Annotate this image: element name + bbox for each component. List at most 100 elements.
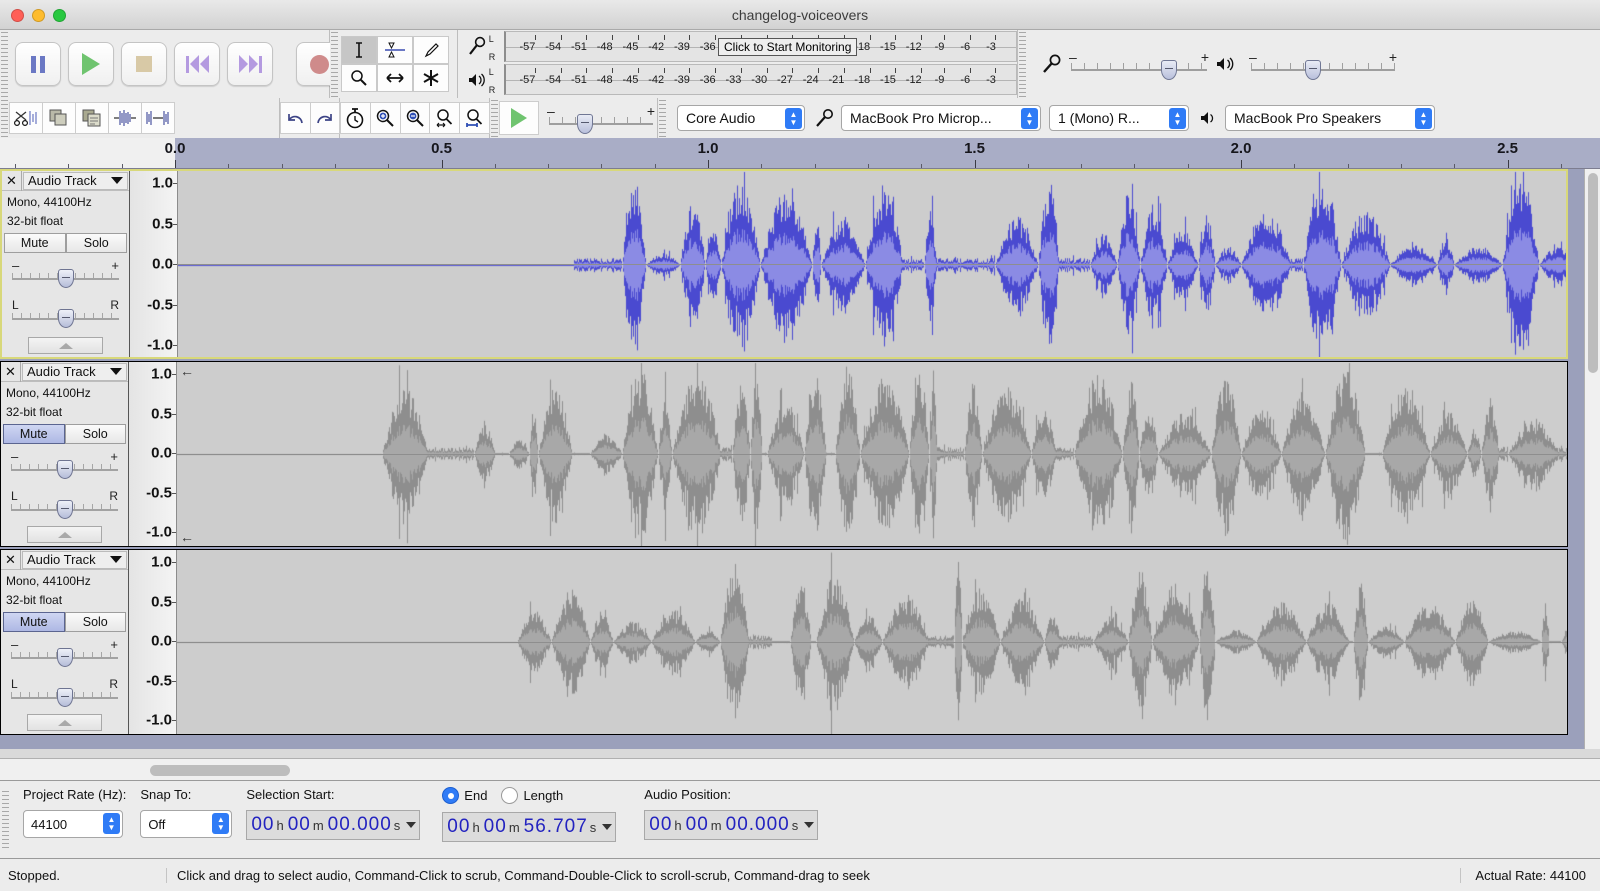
input-volume-thumb[interactable]: [1161, 60, 1177, 80]
gain-slider-thumb[interactable]: [57, 269, 74, 289]
vertical-scrollbar[interactable]: [1584, 169, 1600, 749]
pan-slider-thumb[interactable]: [57, 309, 74, 329]
recording-channels-select[interactable]: 1 (Mono) R... ▲ ▼: [1049, 105, 1189, 131]
close-window-button[interactable]: [11, 9, 24, 22]
stop-button[interactable]: [121, 42, 167, 86]
timer-record-button[interactable]: [340, 102, 371, 134]
waveform-display[interactable]: [178, 171, 1566, 357]
fit-selection-button[interactable]: [429, 102, 461, 134]
track-resize-handle[interactable]: [28, 337, 103, 354]
selection-start-field[interactable]: 00 h 00 m 00.000 s: [246, 810, 421, 840]
selection-start-minutes[interactable]: 00: [288, 814, 311, 836]
play-button[interactable]: [68, 42, 114, 86]
track-resize-handle[interactable]: [27, 714, 102, 731]
track-panel-area[interactable]: ✕ Audio Track Mono, 44100Hz 32-bit float Mut…: [0, 169, 1600, 749]
pan-slider[interactable]: LR: [11, 677, 118, 708]
selection-end-spinner-icon[interactable]: [602, 815, 613, 839]
mute-button[interactable]: Mute: [3, 612, 65, 633]
zoom-window-button[interactable]: [53, 9, 66, 22]
transport-toolbar-grip[interactable]: [0, 30, 9, 98]
minimize-window-button[interactable]: [32, 9, 45, 22]
output-volume-thumb[interactable]: [1305, 60, 1321, 80]
recording-device-select[interactable]: MacBook Pro Microp... ▲ ▼: [841, 105, 1041, 131]
track-control-panel[interactable]: ✕ Audio Track Mono, 44100Hz 32-bit float Mut…: [1, 549, 129, 734]
close-track-button[interactable]: ✕: [1, 549, 21, 570]
track-name-menu[interactable]: Audio Track: [23, 171, 128, 190]
snap-to-select[interactable]: Off ▲ ▼: [140, 810, 233, 838]
recording-channels-stepper-icon[interactable]: ▲ ▼: [1169, 108, 1186, 129]
chevron-down-icon[interactable]: [110, 368, 122, 375]
audio-position-field[interactable]: 00 h 00 m 00.000 s: [644, 810, 819, 840]
play-meter-scale[interactable]: -57 -54 -51 -48 -45 -42 -39 -36 -33 -30 -27 -24 -21-…: [504, 64, 1017, 95]
close-track-button[interactable]: ✕: [1, 361, 21, 382]
trim-audio-button[interactable]: [108, 102, 142, 134]
audio-position-minutes[interactable]: 00: [686, 814, 709, 836]
playback-device-select[interactable]: MacBook Pro Speakers ▲ ▼: [1225, 105, 1435, 131]
gain-slider[interactable]: – +: [11, 449, 118, 480]
time-shift-tool[interactable]: [377, 64, 413, 92]
device-toolbar-grip[interactable]: [658, 98, 667, 138]
audio-track[interactable]: ✕ Audio Track Mono, 44100Hz 32-bit float Mut…: [0, 361, 1568, 547]
selection-end-field[interactable]: 00 h 00 m 56.707 s: [442, 812, 617, 842]
selection-end-hours[interactable]: 00: [447, 816, 470, 838]
play-speed-thumb[interactable]: [577, 114, 593, 134]
play-meter[interactable]: L R -57 -54 -51 -48 -45 -42 -39 -36 -33 -30 -27 -24…: [458, 63, 1017, 96]
pan-slider-thumb[interactable]: [56, 688, 73, 708]
play-at-speed-grip[interactable]: [490, 98, 499, 138]
gain-slider[interactable]: – +: [12, 258, 119, 289]
horizontal-scroll-thumb[interactable]: [150, 765, 290, 776]
chevron-down-icon[interactable]: [110, 556, 122, 563]
skip-to-start-button[interactable]: [174, 42, 220, 86]
selection-start-seconds[interactable]: 00.000: [328, 814, 392, 836]
zoom-in-button[interactable]: [369, 102, 401, 134]
multi-tool[interactable]: [413, 64, 449, 92]
recording-device-stepper-icon[interactable]: ▲ ▼: [1021, 108, 1038, 129]
tools-toolbar-grip[interactable]: [330, 30, 339, 98]
redo-button[interactable]: [309, 102, 340, 134]
project-rate-stepper-icon[interactable]: ▲ ▼: [103, 813, 120, 834]
record-meter-scale[interactable]: -57-54-51-48-45-42-39-36-33-30-27-24-21-…: [504, 31, 1017, 62]
track-resize-handle[interactable]: [27, 526, 102, 543]
record-meter[interactable]: L R -57-54-51-48-45-42-39-36-33-30-27-24…: [458, 30, 1017, 63]
selection-end-seconds[interactable]: 56.707: [524, 816, 588, 838]
audio-host-stepper-icon[interactable]: ▲ ▼: [785, 108, 802, 129]
draw-tool[interactable]: [413, 36, 449, 64]
length-radio[interactable]: Length: [501, 787, 563, 804]
zoom-out-button[interactable]: [399, 102, 431, 134]
track-name-menu[interactable]: Audio Track: [22, 550, 127, 569]
pan-slider[interactable]: LR: [12, 298, 119, 329]
monitor-tooltip[interactable]: Click to Start Monitoring: [718, 38, 858, 56]
playback-device-stepper-icon[interactable]: ▲ ▼: [1415, 108, 1432, 129]
paste-button[interactable]: [75, 102, 109, 134]
length-radio-dot-icon[interactable]: [501, 787, 519, 804]
vertical-scroll-thumb[interactable]: [1588, 173, 1598, 373]
selection-start-spinner-icon[interactable]: [406, 813, 417, 837]
mute-button[interactable]: Mute: [4, 233, 66, 254]
fit-project-button[interactable]: [459, 102, 490, 134]
waveform-display[interactable]: ← ←: [177, 362, 1567, 546]
selection-toolbar-grip[interactable]: [0, 789, 9, 849]
chevron-down-icon[interactable]: [111, 177, 123, 184]
silence-audio-button[interactable]: [141, 102, 175, 134]
pause-button[interactable]: [15, 42, 61, 86]
waveform-display[interactable]: [177, 550, 1567, 734]
selection-start-hours[interactable]: 00: [251, 814, 274, 836]
mixer-toolbar-grip[interactable]: [1018, 30, 1027, 98]
solo-button[interactable]: Solo: [64, 424, 126, 445]
clip-boundary-arrow-icon[interactable]: ←: [180, 530, 194, 544]
track-control-panel[interactable]: ✕ Audio Track Mono, 44100Hz 32-bit float Mut…: [1, 361, 129, 546]
audio-track[interactable]: ✕ Audio Track Mono, 44100Hz 32-bit float Mut…: [0, 549, 1568, 735]
input-volume-slider[interactable]: – +: [1069, 49, 1209, 80]
selection-end-minutes[interactable]: 00: [484, 816, 507, 838]
window-controls[interactable]: [11, 9, 66, 22]
play-speed-slider[interactable]: – +: [547, 103, 655, 134]
pan-slider[interactable]: LR: [11, 489, 118, 520]
cut-button[interactable]: [9, 102, 43, 134]
pan-slider-thumb[interactable]: [56, 500, 73, 520]
mute-button[interactable]: Mute: [3, 424, 65, 445]
project-rate-select[interactable]: 44100 ▲ ▼: [23, 810, 123, 838]
snap-to-stepper-icon[interactable]: ▲ ▼: [212, 813, 230, 834]
play-at-speed-button[interactable]: [499, 101, 539, 135]
track-name-menu[interactable]: Audio Track: [22, 362, 127, 381]
clip-boundary-arrow-icon[interactable]: ←: [180, 364, 194, 378]
